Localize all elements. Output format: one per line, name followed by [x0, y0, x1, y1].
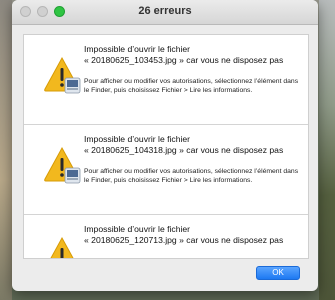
error-heading-line2: « 20180625_120713.jpg » car vous ne disp…	[84, 235, 284, 245]
error-entry: Impossible d’ouvrir le fichier « 2018062…	[24, 215, 308, 258]
error-detail: Pour afficher ou modifier vos autorisati…	[84, 78, 299, 94]
error-heading-line1: Impossible d’ouvrir le fichier	[84, 224, 191, 234]
error-heading-line1: Impossible d’ouvrir le fichier	[84, 44, 191, 54]
warning-triangle-icon	[50, 236, 74, 258]
warning-triangle-icon	[44, 56, 81, 94]
error-dialog-window: 26 erreurs Impossible d’ouvrir le fichie…	[12, 0, 318, 291]
error-heading: Impossible d’ouvrir le fichier « 2018062…	[84, 134, 306, 156]
error-heading-line2: « 20180625_104318.jpg » car vous ne disp…	[84, 145, 284, 155]
error-heading-line2: « 20180625_103453.jpg » car vous ne disp…	[84, 55, 284, 65]
desktop-background-left	[0, 0, 12, 300]
error-heading: Impossible d’ouvrir le fichier « 2018062…	[84, 224, 306, 246]
ok-button[interactable]: OK	[256, 266, 300, 280]
window-title: 26 erreurs	[138, 5, 192, 17]
error-list[interactable]: Impossible d’ouvrir le fichier « 2018062…	[23, 34, 309, 259]
error-heading: Impossible d’ouvrir le fichier « 2018062…	[84, 44, 306, 66]
desktop-background-right	[319, 0, 335, 300]
titlebar: 26 erreurs	[12, 0, 318, 25]
error-entry: Impossible d’ouvrir le fichier « 2018062…	[24, 35, 308, 125]
warning-triangle-icon	[44, 146, 81, 184]
error-detail: Pour afficher ou modifier vos autorisati…	[84, 168, 299, 184]
error-entry: Impossible d’ouvrir le fichier « 2018062…	[24, 125, 308, 215]
error-heading-line1: Impossible d’ouvrir le fichier	[84, 134, 191, 144]
